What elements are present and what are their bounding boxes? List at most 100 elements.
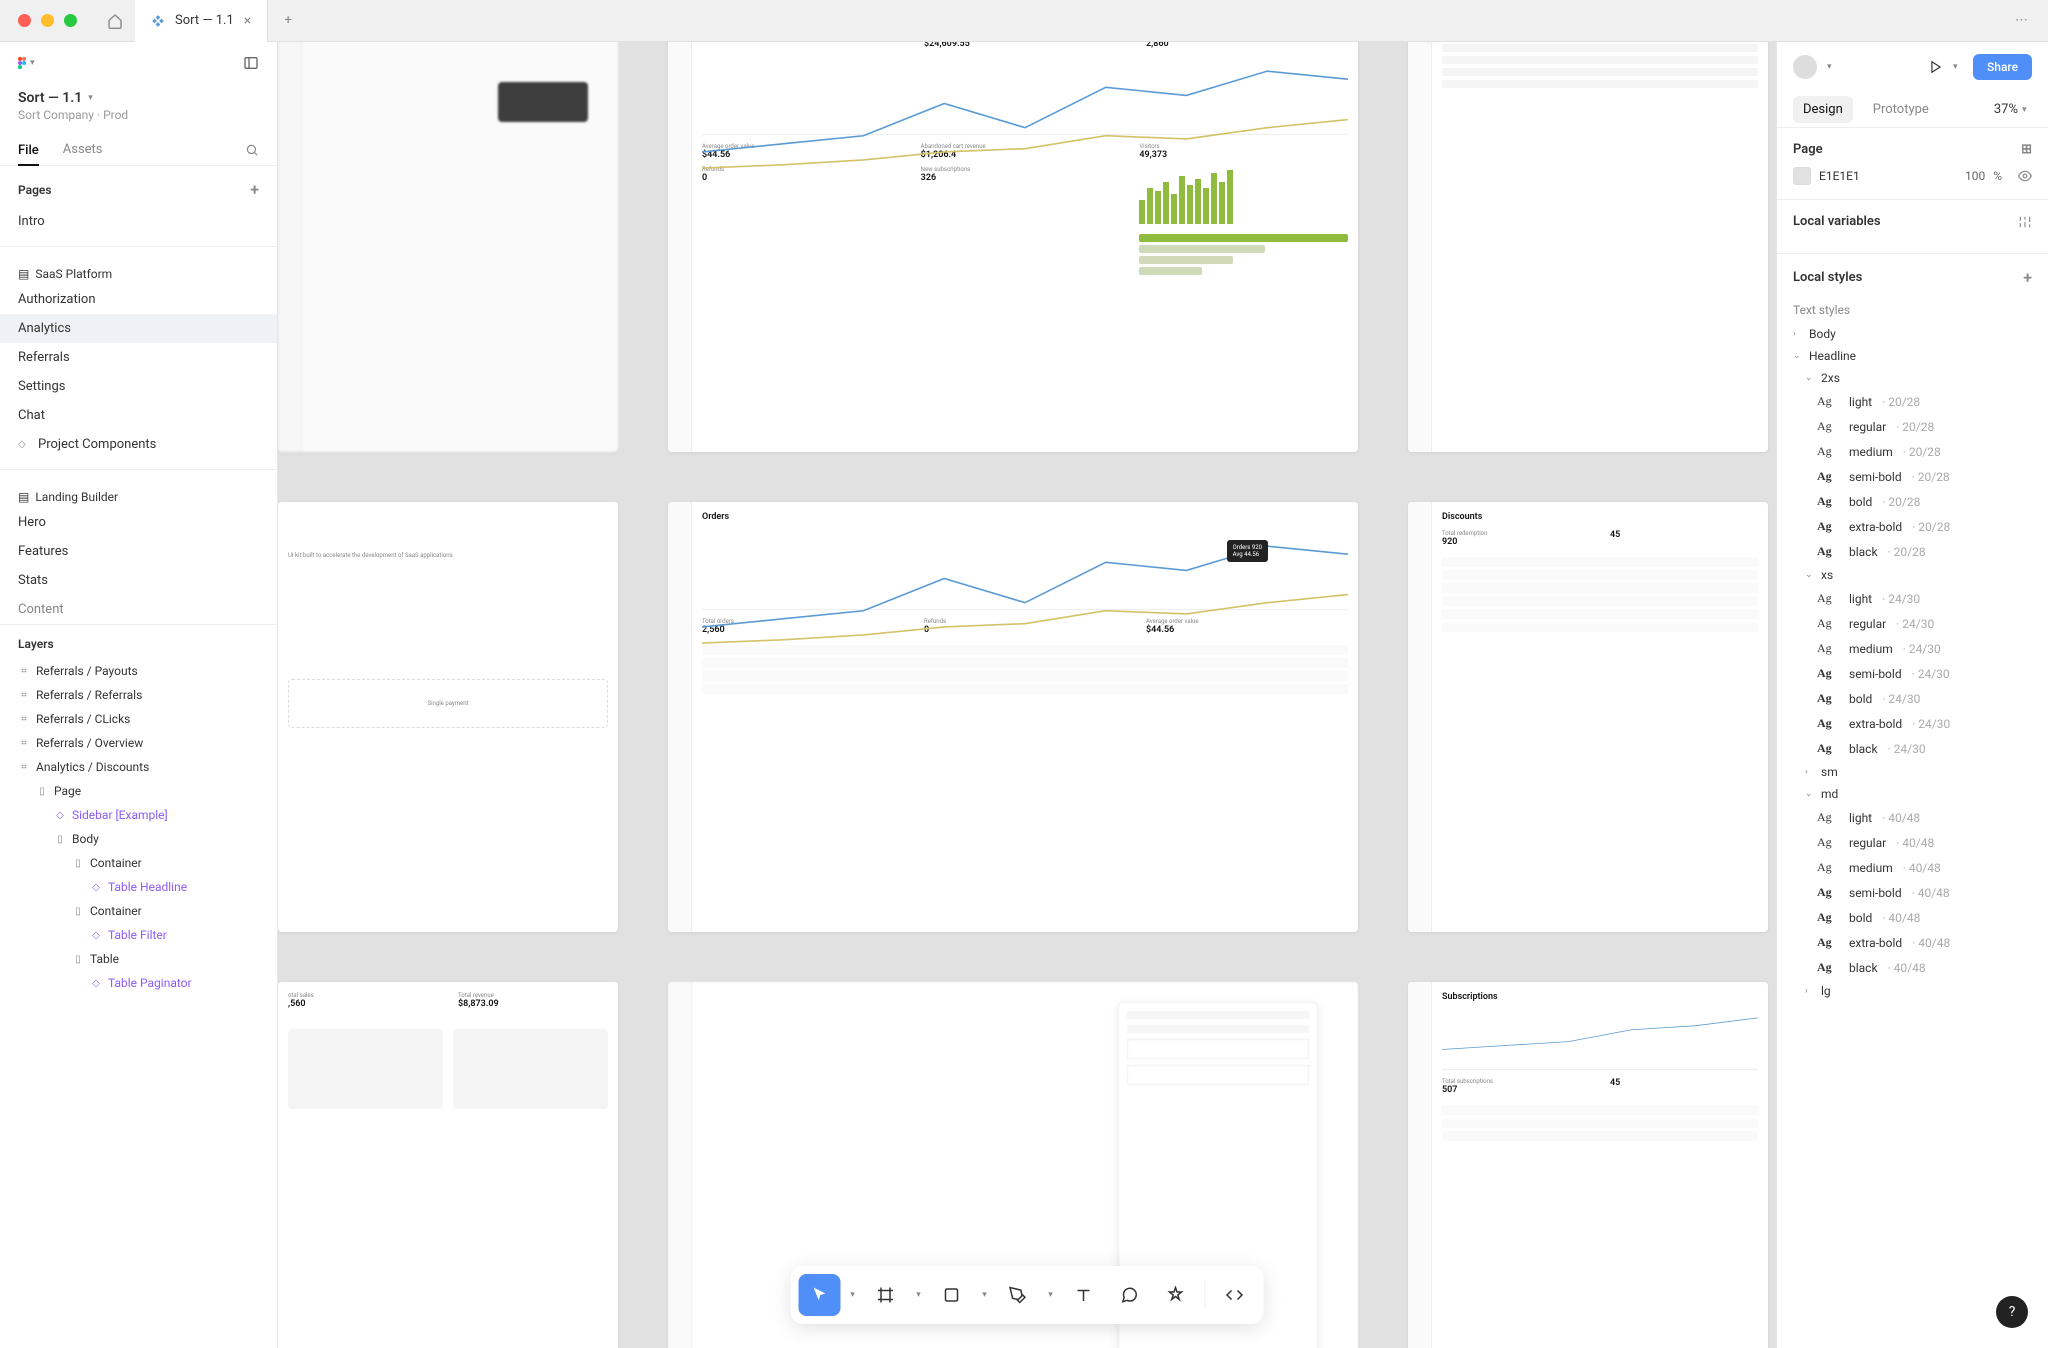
- layer-row[interactable]: ▯Page: [0, 779, 277, 803]
- style-group-xs[interactable]: ⌄xs: [1793, 564, 2032, 586]
- text-style[interactable]: Agsemi-bold · 40/48: [1793, 880, 2032, 905]
- close-window-button[interactable]: [18, 14, 31, 27]
- layer-row[interactable]: ▯Container: [0, 851, 277, 875]
- frame-upload[interactable]: UI kit built to accelerate the developme…: [278, 502, 618, 932]
- chevron-down-icon[interactable]: ▾: [88, 93, 98, 103]
- page-authorization[interactable]: Authorization: [0, 285, 277, 314]
- text-style[interactable]: Aglight · 24/30: [1793, 586, 2032, 611]
- layer-row[interactable]: ▯Body: [0, 827, 277, 851]
- local-variables-label[interactable]: Local variables: [1793, 214, 1881, 229]
- titlebar-menu[interactable]: ⋯: [2015, 13, 2048, 28]
- comment-tool[interactable]: [1109, 1274, 1151, 1316]
- help-button[interactable]: ?: [1996, 1296, 2028, 1328]
- new-tab-button[interactable]: +: [268, 13, 308, 28]
- panel-toggle-button[interactable]: [243, 55, 259, 71]
- home-button[interactable]: [95, 13, 135, 29]
- text-style[interactable]: Agextra-bold · 24/30: [1793, 711, 2032, 736]
- page-chat[interactable]: Chat: [0, 401, 277, 430]
- style-group-sm[interactable]: ›sm: [1793, 761, 2032, 783]
- text-style[interactable]: Agblack · 20/28: [1793, 539, 2032, 564]
- add-style-button[interactable]: +: [2023, 268, 2032, 287]
- text-style[interactable]: Agmedium · 24/30: [1793, 636, 2032, 661]
- style-group-2xs[interactable]: ⌄2xs: [1793, 367, 2032, 389]
- page-analytics[interactable]: Analytics: [0, 314, 277, 343]
- search-button[interactable]: [245, 143, 259, 157]
- page-group-landing[interactable]: ▤Landing Builder: [0, 480, 277, 508]
- close-tab-button[interactable]: ×: [244, 13, 251, 29]
- frame-sales[interactable]: otal sales,560 Total revenue$8,873.09: [278, 982, 618, 1348]
- text-style[interactable]: Agregular · 24/30: [1793, 611, 2032, 636]
- minimize-window-button[interactable]: [41, 14, 54, 27]
- tab-prototype[interactable]: Prototype: [1873, 92, 1929, 127]
- text-style[interactable]: Aglight · 40/48: [1793, 805, 2032, 830]
- layer-row[interactable]: ◇Sidebar [Example]: [0, 803, 277, 827]
- chevron-down-icon[interactable]: ▾: [1827, 62, 1837, 72]
- page-color-hex[interactable]: E1E1E1: [1819, 169, 1957, 183]
- layer-row[interactable]: ◇Table Filter: [0, 923, 277, 947]
- dev-mode-toggle[interactable]: [1214, 1274, 1256, 1316]
- local-styles-label[interactable]: Local styles: [1793, 270, 1862, 285]
- text-style[interactable]: Agmedium · 20/28: [1793, 439, 2032, 464]
- page-opacity[interactable]: 100: [1965, 169, 1985, 183]
- style-group-body[interactable]: ›Body: [1793, 323, 2032, 345]
- settings-icon[interactable]: [2018, 215, 2032, 229]
- frame-orders[interactable]: Orders Orders 920Avg 44.56 Total orders2…: [668, 502, 1358, 932]
- tab-assets[interactable]: Assets: [63, 142, 103, 157]
- maximize-window-button[interactable]: [64, 14, 77, 27]
- layer-row[interactable]: ⌗Analytics / Discounts: [0, 755, 277, 779]
- frame-tool[interactable]: [865, 1274, 907, 1316]
- shape-tool-dropdown[interactable]: ▾: [977, 1290, 993, 1300]
- style-group-md[interactable]: ⌄md: [1793, 783, 2032, 805]
- text-style[interactable]: Agregular · 20/28: [1793, 414, 2032, 439]
- layer-row[interactable]: ⌗Referrals / CLicks: [0, 707, 277, 731]
- tab-file[interactable]: File: [18, 143, 39, 166]
- frame-discounts[interactable]: Discounts Total redemption920 45: [1408, 502, 1768, 932]
- frame-subscriptions[interactable]: Subscriptions Total subscriptions507 45: [1408, 982, 1768, 1348]
- page-intro[interactable]: Intro: [0, 207, 277, 236]
- layer-row[interactable]: ⌗Referrals / Overview: [0, 731, 277, 755]
- frame-dashboard-1[interactable]: [278, 42, 618, 452]
- add-page-button[interactable]: +: [250, 180, 259, 199]
- text-style[interactable]: Agbold · 20/28: [1793, 489, 2032, 514]
- move-tool[interactable]: [799, 1274, 841, 1316]
- move-tool-dropdown[interactable]: ▾: [845, 1290, 861, 1300]
- text-style[interactable]: Agsemi-bold · 20/28: [1793, 464, 2032, 489]
- frame-tool-dropdown[interactable]: ▾: [911, 1290, 927, 1300]
- canvas[interactable]: Orders Net revenue$24,609.55 Total order…: [278, 42, 1776, 1348]
- text-style[interactable]: Agbold · 24/30: [1793, 686, 2032, 711]
- chevron-down-icon[interactable]: ▾: [1953, 62, 1963, 72]
- text-style[interactable]: Agregular · 40/48: [1793, 830, 2032, 855]
- layer-row[interactable]: ▯Container: [0, 899, 277, 923]
- page-group-saas[interactable]: ▤SaaS Platform: [0, 257, 277, 285]
- page-project-components[interactable]: ◇Project Components: [0, 430, 277, 459]
- frame-analytics-overview[interactable]: Orders Net revenue$24,609.55 Total order…: [668, 42, 1358, 452]
- page-features[interactable]: Features: [0, 537, 277, 566]
- page-referrals[interactable]: Referrals: [0, 343, 277, 372]
- style-group-lg[interactable]: ›lg: [1793, 980, 2032, 1002]
- text-style[interactable]: Aglight · 20/28: [1793, 389, 2032, 414]
- present-button[interactable]: [1929, 60, 1943, 74]
- page-settings[interactable]: Settings: [0, 372, 277, 401]
- document-tab[interactable]: Sort — 1.1 ×: [135, 0, 268, 42]
- tab-design[interactable]: Design: [1793, 96, 1853, 123]
- page-content[interactable]: Content: [0, 595, 277, 624]
- text-style[interactable]: Agextra-bold · 40/48: [1793, 930, 2032, 955]
- layer-row[interactable]: ◇Table Paginator: [0, 971, 277, 995]
- page-color-swatch[interactable]: [1793, 167, 1811, 185]
- page-hero[interactable]: Hero: [0, 508, 277, 537]
- layer-row[interactable]: ◇Table Headline: [0, 875, 277, 899]
- text-style[interactable]: Agextra-bold · 20/28: [1793, 514, 2032, 539]
- actions-tool[interactable]: [1155, 1274, 1197, 1316]
- text-style[interactable]: Agblack · 40/48: [1793, 955, 2032, 980]
- zoom-control[interactable]: 37%▾: [1994, 102, 2032, 117]
- pen-tool[interactable]: [997, 1274, 1039, 1316]
- layer-row[interactable]: ⌗Referrals / Referrals: [0, 683, 277, 707]
- text-style[interactable]: Agsemi-bold · 24/30: [1793, 661, 2032, 686]
- pen-tool-dropdown[interactable]: ▾: [1043, 1290, 1059, 1300]
- layer-row[interactable]: ⌗Referrals / Payouts: [0, 659, 277, 683]
- text-style[interactable]: Agbold · 40/48: [1793, 905, 2032, 930]
- style-group-headline[interactable]: ⌄Headline: [1793, 345, 2032, 367]
- share-button[interactable]: Share: [1973, 54, 2032, 80]
- visibility-toggle[interactable]: [2018, 169, 2032, 183]
- layer-row[interactable]: ▯Table: [0, 947, 277, 971]
